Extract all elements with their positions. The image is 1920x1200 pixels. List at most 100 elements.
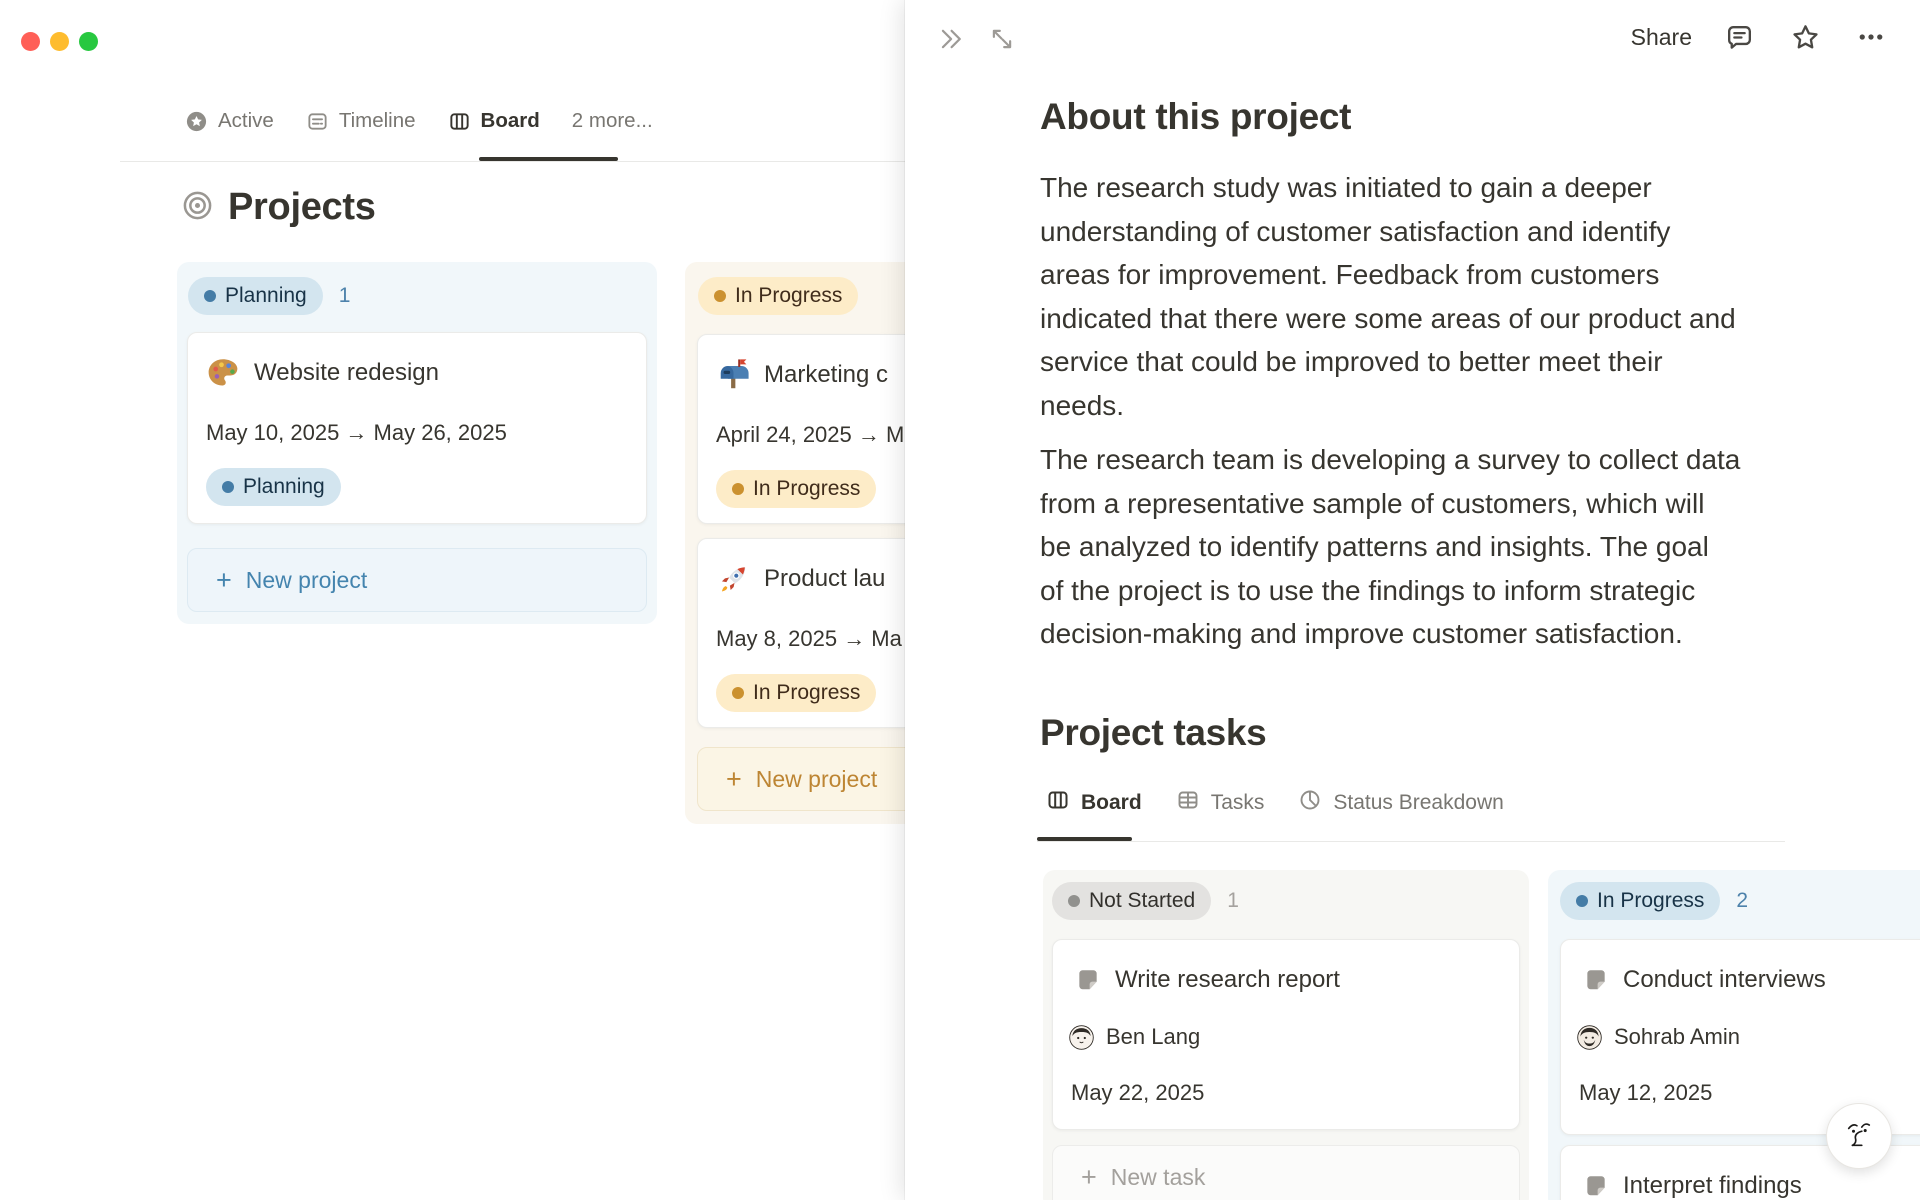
status-pill-in-progress[interactable]: In Progress [1560, 882, 1721, 920]
favorite-star-icon[interactable] [1786, 18, 1824, 56]
board-view-icon [1046, 788, 1070, 818]
close-button[interactable] [21, 32, 40, 51]
peek-toolbar-right: Share [1631, 18, 1890, 56]
tab-board[interactable]: Board [448, 109, 540, 133]
card-title: Conduct interviews [1623, 966, 1826, 993]
about-paragraph-1: The research study was initiated to gain… [1040, 172, 1736, 421]
peek-toolbar-left [931, 20, 1021, 58]
card-title: Interpret findings [1623, 1172, 1802, 1199]
card-status-tag: Planning [206, 468, 341, 506]
comments-icon[interactable] [1720, 18, 1758, 56]
tab-more-views[interactable]: 2 more... [572, 109, 653, 133]
minimize-button[interactable] [50, 32, 69, 51]
tabs-divider [120, 161, 905, 162]
card-title-row: Conduct interviews [1583, 965, 1920, 995]
card-dates: May 10, 2025 → May 26, 2025 [206, 420, 507, 445]
column-count: 1 [1227, 889, 1239, 912]
tab-label: 2 more... [571, 109, 653, 132]
tasks-view-tabs: Board Tasks Status Breakdown [1046, 788, 1504, 818]
database-view-tabs: Active Timeline Board 2 more... [185, 109, 653, 133]
active-tab-underline [1037, 837, 1132, 841]
tab-label: Timeline [338, 109, 416, 132]
page-icon [1075, 967, 1101, 993]
column-not-started: Not Started 1 Write research report Ben … [1043, 870, 1529, 1200]
tab-board[interactable]: Board [1046, 788, 1142, 818]
tab-tasks[interactable]: Tasks [1176, 788, 1264, 818]
tab-status-breakdown[interactable]: Status Breakdown [1298, 788, 1504, 818]
board-view-icon [448, 110, 471, 133]
notion-window: Active Timeline Board 2 more... Projects… [0, 0, 1920, 1200]
plus-icon: + [216, 564, 232, 595]
card-assignee: Sohrab Amin [1577, 1024, 1740, 1050]
card-date: May 22, 2025 [1071, 1080, 1205, 1105]
tab-timeline[interactable]: Timeline [306, 109, 416, 133]
status-dot [1576, 895, 1588, 907]
tab-label: Status Breakdown [1333, 791, 1504, 814]
column-header: In Progress 2 [1560, 882, 1748, 920]
tab-active[interactable]: Active [185, 109, 274, 133]
palette-emoji-icon [206, 356, 240, 390]
card-title: Website redesign [254, 359, 439, 386]
zoom-button[interactable] [79, 32, 98, 51]
avatar-ben-lang [1069, 1024, 1094, 1050]
card-status-tag: In Progress [716, 674, 877, 712]
card-dates: April 24, 2025 → M [716, 422, 905, 447]
more-options-icon[interactable] [1852, 18, 1890, 56]
new-task-button[interactable]: + New task [1052, 1145, 1520, 1200]
page-icon [1583, 1173, 1609, 1199]
card-title-row: Write research report [1075, 965, 1507, 995]
column-header: In Progress [698, 277, 859, 315]
expand-page-icon[interactable] [983, 20, 1021, 58]
plus-icon: + [1081, 1161, 1097, 1192]
star-circle-icon [185, 110, 208, 133]
column-count: 2 [1736, 889, 1749, 912]
rocket-emoji-icon [716, 562, 750, 596]
plus-icon: + [726, 763, 742, 794]
table-view-icon [1176, 788, 1200, 818]
status-dot [714, 290, 726, 302]
status-pill-in-progress[interactable]: In Progress [698, 277, 859, 315]
status-pill-planning[interactable]: Planning [188, 277, 323, 315]
column-header: Not Started 1 [1052, 882, 1239, 920]
page-title: Projects [228, 186, 376, 228]
active-tab-underline [479, 157, 618, 161]
column-count: 1 [338, 284, 351, 307]
avatar-sohrab-amin [1577, 1024, 1602, 1050]
card-date: May 12, 2025 [1579, 1080, 1713, 1105]
status-dot [204, 290, 216, 302]
column-planning: Planning 1 Website redesign May 10, 2025… [177, 262, 657, 624]
status-pill-not-started[interactable]: Not Started [1052, 882, 1212, 920]
tasks-heading: Project tasks [1040, 712, 1267, 753]
status-dot [732, 687, 744, 699]
card-title: Product lau [764, 565, 886, 592]
card-status-tag: In Progress [716, 470, 877, 508]
tab-label: Active [218, 109, 274, 132]
card-dates: May 8, 2025 → Ma [716, 626, 902, 651]
close-peek-chevrons-icon[interactable] [931, 20, 969, 58]
tab-label: Board [1081, 791, 1142, 814]
tabs-divider [1037, 841, 1785, 842]
ai-face-icon [1837, 1112, 1881, 1161]
notion-ai-button[interactable] [1826, 1103, 1892, 1169]
card-title-row: Interpret findings [1583, 1171, 1920, 1200]
assignee-name: Sohrab Amin [1614, 1024, 1740, 1049]
share-button[interactable]: Share [1631, 24, 1692, 51]
card-title-row: Website redesign [206, 354, 634, 392]
status-dot [732, 483, 744, 495]
status-dot [1068, 895, 1080, 907]
card-assignee: Ben Lang [1069, 1024, 1200, 1050]
page-header: Projects [182, 186, 376, 229]
about-heading: About this project [1040, 96, 1352, 137]
new-project-button[interactable]: + New project [187, 548, 647, 612]
project-card-website-redesign[interactable]: Website redesign May 10, 2025 → May 26, … [187, 332, 647, 524]
column-header: Planning 1 [188, 277, 350, 315]
card-title: Marketing c [764, 361, 889, 388]
window-controls [21, 32, 98, 51]
page-icon [1583, 967, 1609, 993]
status-dot [222, 481, 234, 493]
assignee-name: Ben Lang [1106, 1024, 1201, 1049]
timeline-view-icon [306, 110, 329, 133]
mailbox-emoji-icon [716, 358, 750, 392]
task-card-write-research-report[interactable]: Write research report Ben Lang May 22, 2… [1052, 939, 1520, 1130]
card-title: Write research report [1115, 966, 1340, 993]
